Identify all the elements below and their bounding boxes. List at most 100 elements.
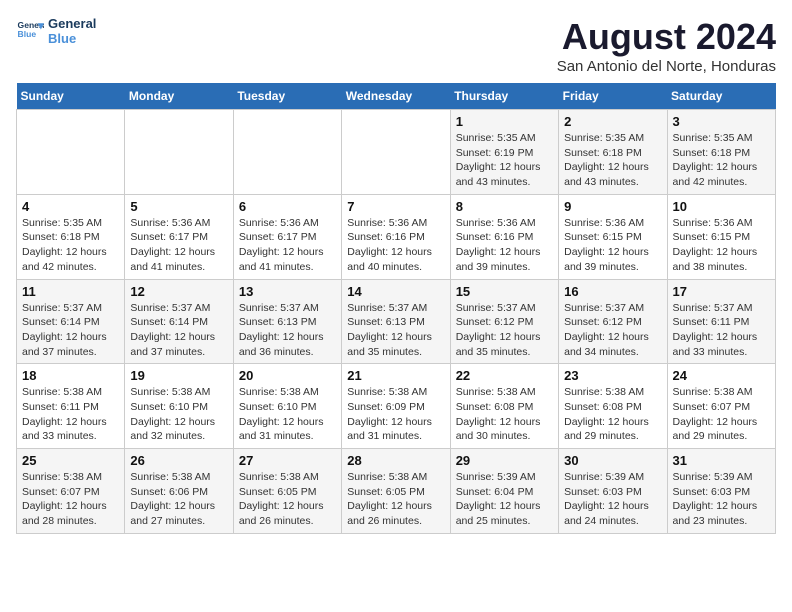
day-info: Sunrise: 5:35 AMSunset: 6:18 PMDaylight:… [564,131,661,190]
weekday-header-monday: Monday [125,83,233,110]
calendar-table: SundayMondayTuesdayWednesdayThursdayFrid… [16,83,776,534]
day-number: 7 [347,199,444,214]
title-block: August 2024 San Antonio del Norte, Hondu… [557,16,776,75]
calendar-cell: 13Sunrise: 5:37 AMSunset: 6:13 PMDayligh… [233,279,341,364]
day-number: 6 [239,199,336,214]
calendar-cell: 15 Sunrise: 5:37 AMSunset: 6:12 PMDayligh… [450,279,558,364]
calendar-cell: 24 Sunrise: 5:38 AMSunset: 6:07 PMDayligh… [667,364,775,449]
weekday-header-thursday: Thursday [450,83,558,110]
day-number: 31 [673,453,770,468]
day-info: Sunrise: 5:37 AMSunset: 6:14 PMDaylight:… [130,301,227,360]
day-info: Sunrise: 5:38 AMSunset: 6:07 PMDaylight:… [673,385,770,444]
day-number: 16 [564,284,661,299]
day-number: 9 [564,199,661,214]
weekday-header-tuesday: Tuesday [233,83,341,110]
calendar-cell: 21 Sunrise: 5:38 AMSunset: 6:09 PMDayligh… [342,364,450,449]
day-number: 12 [130,284,227,299]
calendar-cell: 17Sunrise: 5:37 AMSunset: 6:11 PMDayligh… [667,279,775,364]
day-number: 25 [22,453,119,468]
day-number: 4 [22,199,119,214]
logo-line1: General [48,16,96,31]
calendar-cell: 14Sunrise: 5:37 AMSunset: 6:13 PMDayligh… [342,279,450,364]
day-number: 30 [564,453,661,468]
day-info: Sunrise: 5:37 AMSunset: 6:12 PMDaylight:… [456,301,553,360]
day-number: 28 [347,453,444,468]
day-number: 19 [130,368,227,383]
calendar-cell: 11Sunrise: 5:37 AMSunset: 6:14 PMDayligh… [17,279,125,364]
week-row-2: 4 Sunrise: 5:35 AMSunset: 6:18 PMDaylight… [17,194,776,279]
day-info: Sunrise: 5:36 AMSunset: 6:17 PMDaylight:… [239,216,336,275]
day-number: 13 [239,284,336,299]
day-info: Sunrise: 5:38 AMSunset: 6:05 PMDaylight:… [239,470,336,529]
day-info: Sunrise: 5:35 AMSunset: 6:19 PMDaylight:… [456,131,553,190]
week-row-5: 25Sunrise: 5:38 AMSunset: 6:07 PMDayligh… [17,449,776,534]
calendar-title: August 2024 [557,16,776,58]
calendar-cell: 25Sunrise: 5:38 AMSunset: 6:07 PMDayligh… [17,449,125,534]
calendar-cell [125,110,233,195]
day-info: Sunrise: 5:35 AMSunset: 6:18 PMDaylight:… [22,216,119,275]
calendar-cell: 31 Sunrise: 5:39 AMSunset: 6:03 PMDayligh… [667,449,775,534]
day-info: Sunrise: 5:38 AMSunset: 6:08 PMDaylight:… [564,385,661,444]
calendar-cell [17,110,125,195]
logo: General Blue General Blue [16,16,96,46]
day-number: 29 [456,453,553,468]
page-header: General Blue General Blue August 2024 Sa… [16,16,776,75]
calendar-cell: 19Sunrise: 5:38 AMSunset: 6:10 PMDayligh… [125,364,233,449]
day-number: 5 [130,199,227,214]
weekday-header-row: SundayMondayTuesdayWednesdayThursdayFrid… [17,83,776,110]
day-info: Sunrise: 5:36 AMSunset: 6:17 PMDaylight:… [130,216,227,275]
calendar-cell: 22Sunrise: 5:38 AMSunset: 6:08 PMDayligh… [450,364,558,449]
day-number: 2 [564,114,661,129]
calendar-cell: 29Sunrise: 5:39 AMSunset: 6:04 PMDayligh… [450,449,558,534]
day-number: 24 [673,368,770,383]
logo-icon: General Blue [16,17,44,45]
day-info: Sunrise: 5:36 AMSunset: 6:15 PMDaylight:… [673,216,770,275]
day-info: Sunrise: 5:38 AMSunset: 6:11 PMDaylight:… [22,385,119,444]
day-number: 3 [673,114,770,129]
day-number: 27 [239,453,336,468]
day-number: 26 [130,453,227,468]
calendar-cell [233,110,341,195]
calendar-cell: 2 Sunrise: 5:35 AMSunset: 6:18 PMDaylight… [559,110,667,195]
weekday-header-friday: Friday [559,83,667,110]
day-info: Sunrise: 5:38 AMSunset: 6:10 PMDaylight:… [239,385,336,444]
svg-text:Blue: Blue [18,29,37,39]
week-row-1: 1 Sunrise: 5:35 AMSunset: 6:19 PMDaylight… [17,110,776,195]
calendar-cell: 28Sunrise: 5:38 AMSunset: 6:05 PMDayligh… [342,449,450,534]
calendar-cell: 27 Sunrise: 5:38 AMSunset: 6:05 PMDayligh… [233,449,341,534]
weekday-header-saturday: Saturday [667,83,775,110]
day-info: Sunrise: 5:35 AMSunset: 6:18 PMDaylight:… [673,131,770,190]
day-info: Sunrise: 5:36 AMSunset: 6:15 PMDaylight:… [564,216,661,275]
day-number: 21 [347,368,444,383]
calendar-cell: 12 Sunrise: 5:37 AMSunset: 6:14 PMDayligh… [125,279,233,364]
day-info: Sunrise: 5:37 AMSunset: 6:12 PMDaylight:… [564,301,661,360]
day-number: 18 [22,368,119,383]
day-number: 17 [673,284,770,299]
calendar-cell: 4 Sunrise: 5:35 AMSunset: 6:18 PMDaylight… [17,194,125,279]
day-info: Sunrise: 5:38 AMSunset: 6:06 PMDaylight:… [130,470,227,529]
day-number: 10 [673,199,770,214]
day-number: 22 [456,368,553,383]
day-info: Sunrise: 5:36 AMSunset: 6:16 PMDaylight:… [456,216,553,275]
day-info: Sunrise: 5:39 AMSunset: 6:03 PMDaylight:… [673,470,770,529]
day-info: Sunrise: 5:39 AMSunset: 6:03 PMDaylight:… [564,470,661,529]
calendar-subtitle: San Antonio del Norte, Honduras [557,58,776,75]
calendar-cell [342,110,450,195]
weekday-header-sunday: Sunday [17,83,125,110]
calendar-cell: 9 Sunrise: 5:36 AMSunset: 6:15 PMDaylight… [559,194,667,279]
day-info: Sunrise: 5:36 AMSunset: 6:16 PMDaylight:… [347,216,444,275]
logo-line2: Blue [48,31,96,46]
calendar-cell: 18 Sunrise: 5:38 AMSunset: 6:11 PMDayligh… [17,364,125,449]
calendar-cell: 6 Sunrise: 5:36 AMSunset: 6:17 PMDaylight… [233,194,341,279]
day-number: 1 [456,114,553,129]
calendar-cell: 30 Sunrise: 5:39 AMSunset: 6:03 PMDayligh… [559,449,667,534]
weekday-header-wednesday: Wednesday [342,83,450,110]
day-number: 15 [456,284,553,299]
day-info: Sunrise: 5:38 AMSunset: 6:09 PMDaylight:… [347,385,444,444]
calendar-cell: 23 Sunrise: 5:38 AMSunset: 6:08 PMDayligh… [559,364,667,449]
day-number: 23 [564,368,661,383]
calendar-cell: 5 Sunrise: 5:36 AMSunset: 6:17 PMDaylight… [125,194,233,279]
day-number: 8 [456,199,553,214]
calendar-cell: 8 Sunrise: 5:36 AMSunset: 6:16 PMDaylight… [450,194,558,279]
day-number: 11 [22,284,119,299]
